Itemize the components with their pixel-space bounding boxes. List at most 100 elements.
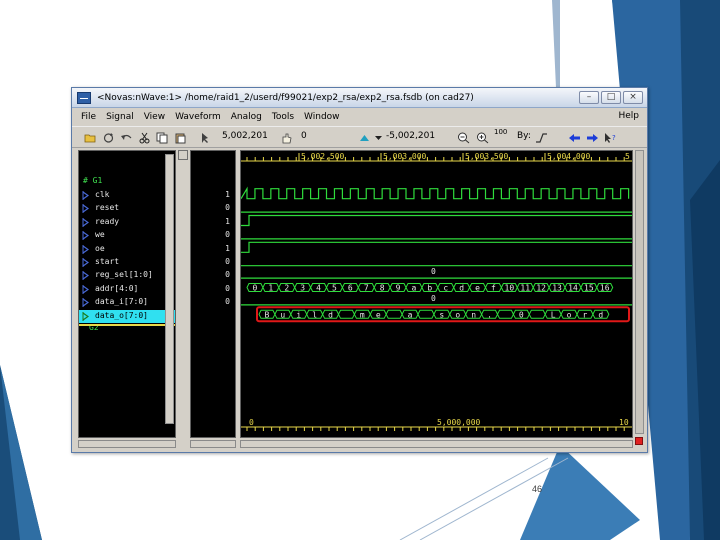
signal-waveform-high xyxy=(241,241,632,253)
bus-segment-label: u xyxy=(280,310,285,319)
signal-row-we[interactable]: we xyxy=(79,229,175,242)
signal-row-start[interactable]: start xyxy=(79,256,175,269)
menu-bar: File Signal View Waveform Analog Tools W… xyxy=(72,109,647,125)
signal-port-icon xyxy=(82,204,89,214)
bus-segment-label: 0 xyxy=(519,310,524,319)
menu-file[interactable]: File xyxy=(72,112,101,122)
bus-segment-label: 12 xyxy=(536,284,546,293)
bus-segment-label: a xyxy=(408,310,413,319)
paste-icon[interactable] xyxy=(174,132,187,144)
bus-value-label: 0 xyxy=(431,267,436,276)
search-forward-icon[interactable] xyxy=(586,132,599,144)
bus-segment-label: B xyxy=(265,310,270,319)
marker-hand-icon[interactable] xyxy=(280,132,293,144)
zoom-factor-label[interactable]: 100 xyxy=(494,128,507,136)
waveform-canvas[interactable]: 5,002,500 5,003,000 5,003,500 5,004,000 5 0 0 1… xyxy=(240,151,632,437)
signal-name: we xyxy=(95,230,105,240)
bus-segment-label: d xyxy=(459,284,464,293)
signal-row-regsel10[interactable]: reg_sel[1:0] xyxy=(79,269,175,282)
signal-waveform-high xyxy=(241,214,632,227)
bus-segment-label: L xyxy=(551,310,556,319)
bus-segment-label: 8 xyxy=(380,284,385,293)
bus-segment-label: 4 xyxy=(316,284,321,293)
signal-row-oe[interactable]: oe xyxy=(79,243,175,256)
signal-row-addr40[interactable]: addr[4:0] xyxy=(79,283,175,296)
waveform-corner-marker[interactable] xyxy=(635,437,643,445)
window-title: <Novas:nWave:1> /home/raid1_2/userd/f990… xyxy=(97,92,474,103)
bus-segment-label: 15 xyxy=(584,284,594,293)
ruler-edge-label: 5 xyxy=(625,152,630,161)
bus-segment-label: s xyxy=(439,310,444,319)
minimize-button[interactable]: – xyxy=(579,91,599,104)
zoom-out-icon[interactable] xyxy=(457,132,470,144)
signal-name: data_i[7:0] xyxy=(95,297,148,307)
delta-marker-icon[interactable] xyxy=(358,132,371,144)
bus-segment-label: n xyxy=(471,310,476,319)
reload-icon[interactable] xyxy=(102,132,115,144)
search-backward-icon[interactable] xyxy=(568,132,581,144)
signal-name-pane: # G1 G2 clk reset ready we oe start reg_sel[1:… xyxy=(78,150,176,438)
search-edge-icon[interactable] xyxy=(535,132,548,144)
value-pane-toggle-button[interactable] xyxy=(178,150,188,160)
bus-segment-label: 5 xyxy=(332,284,337,293)
bus-segment-label: 7 xyxy=(364,284,369,293)
signal-row-datao70[interactable]: data_o[7:0] xyxy=(79,309,175,323)
bus-segment-label: b xyxy=(427,284,432,293)
menu-view[interactable]: View xyxy=(139,112,170,122)
bus-segment xyxy=(417,309,435,319)
menu-tools[interactable]: Tools xyxy=(267,112,299,122)
open-file-icon[interactable] xyxy=(84,132,97,144)
signal-port-icon xyxy=(82,298,89,308)
cursor-icon[interactable] xyxy=(198,132,211,144)
signal-row-datai70[interactable]: data_i[7:0] xyxy=(79,296,175,309)
value-pane-hscroll[interactable] xyxy=(190,440,236,448)
bus-segment-label: 3 xyxy=(300,284,305,293)
bus-segment-label: a xyxy=(412,284,417,293)
title-bar[interactable]: <Novas:nWave:1> /home/raid1_2/userd/f990… xyxy=(72,88,647,108)
group-label-g1[interactable]: # G1 xyxy=(83,176,102,185)
name-pane-hscroll[interactable] xyxy=(78,440,176,448)
bus-segment xyxy=(337,309,355,319)
bus-segment-label: 9 xyxy=(396,284,401,293)
menu-window[interactable]: Window xyxy=(299,112,345,122)
help-cursor-icon[interactable]: ? xyxy=(604,132,617,144)
waveform-hscroll[interactable] xyxy=(240,440,633,448)
waveform-pane: 5,002,500 5,003,000 5,003,500 5,004,000 5 0 0 1… xyxy=(240,150,633,438)
menu-signal[interactable]: Signal xyxy=(101,112,139,122)
copy-icon[interactable] xyxy=(156,132,169,144)
signal-value: 0 xyxy=(225,283,230,293)
toolbar: 5,002,201 0 -5,002,201 100 By: ? xyxy=(72,126,647,148)
menu-help[interactable]: Help xyxy=(618,111,639,121)
signal-name: oe xyxy=(95,243,105,253)
signal-name: addr[4:0] xyxy=(95,283,139,293)
close-button[interactable]: × xyxy=(623,91,643,104)
bus-segment-label: 10 xyxy=(505,284,515,293)
cut-icon[interactable] xyxy=(138,132,151,144)
signal-row-reset[interactable]: reset xyxy=(79,202,175,215)
signal-port-icon xyxy=(82,284,89,294)
nwave-app-icon xyxy=(77,91,91,104)
ruler-tick-label: 5,003,500 xyxy=(465,152,509,161)
menu-waveform[interactable]: Waveform xyxy=(170,112,226,122)
delta-dropdown-icon[interactable] xyxy=(374,132,383,144)
bus-segment-label: 13 xyxy=(552,284,562,293)
signal-name: reg_sel[1:0] xyxy=(95,270,153,280)
delta-time-readout: -5,002,201 xyxy=(386,131,436,141)
svg-text:?: ? xyxy=(612,134,616,142)
bus-segment-label: o xyxy=(455,310,460,319)
signal-row-clk[interactable]: clk xyxy=(79,189,175,202)
menu-analog[interactable]: Analog xyxy=(226,112,267,122)
bottom-ruler-start: 0 xyxy=(249,418,254,427)
waveform-vscroll[interactable] xyxy=(635,150,644,434)
name-pane-scrollbar[interactable] xyxy=(165,154,174,424)
signal-value: 1 xyxy=(225,190,230,199)
signal-name: clk xyxy=(95,190,110,199)
signal-value: 0 xyxy=(225,203,230,213)
maximize-button[interactable]: □ xyxy=(601,91,621,104)
signal-row-ready[interactable]: ready xyxy=(79,216,175,229)
bus-segment-label: o xyxy=(567,310,572,319)
bus-segment-label: 2 xyxy=(284,284,289,293)
zoom-in-icon[interactable] xyxy=(476,132,489,144)
undo-icon[interactable] xyxy=(120,132,133,144)
bus-segment-label: . xyxy=(487,310,492,319)
